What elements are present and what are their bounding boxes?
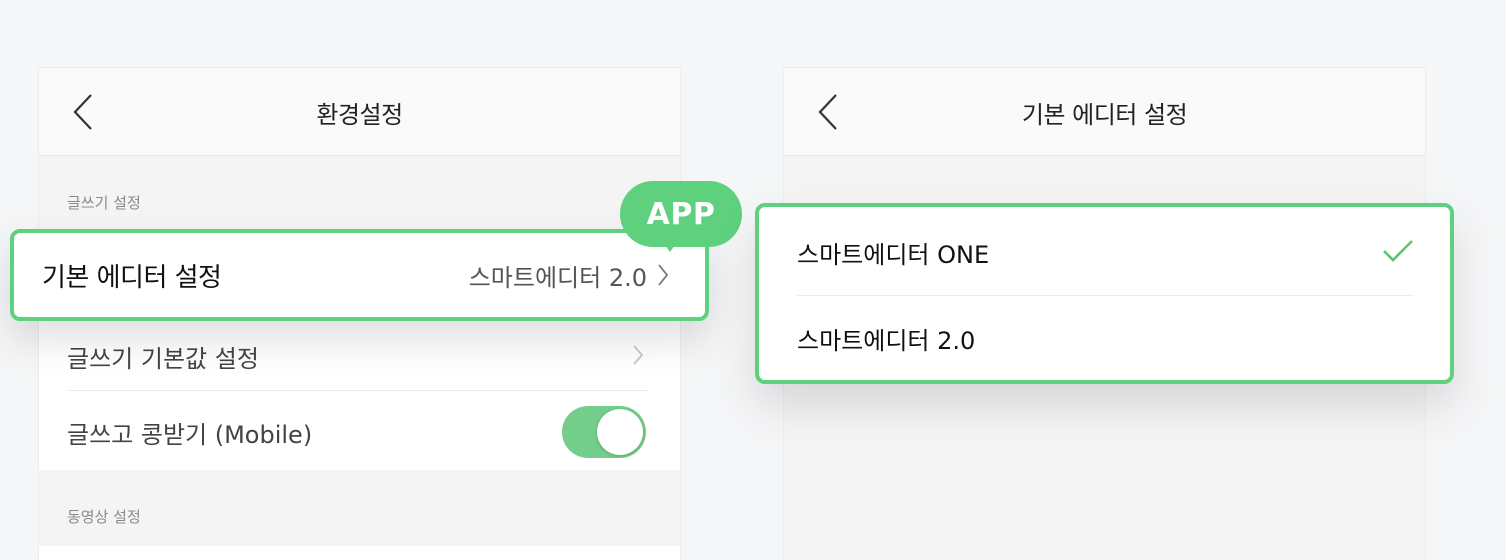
default-editor-row[interactable]: 기본 에디터 설정 스마트에디터 2.0 [10,229,709,321]
list-continuation [39,546,680,560]
chevron-right-icon [633,345,644,365]
editor-options: 스마트에디터 ONE 스마트에디터 2.0 [755,203,1454,384]
write-and-receive-row: 글쓰고 콩받기 (Mobile) [39,394,680,470]
row-value: 스마트에디터 2.0 [468,263,647,292]
chevron-right-icon [658,264,669,286]
row-label: 글쓰고 콩받기 (Mobile) [67,420,313,449]
section-header-video: 동영상 설정 [67,508,141,526]
stage: 환경설정 글쓰기 설정 글쓰기 기본값 설정 글쓰고 콩받기 (Mobile) … [0,0,1506,560]
option-smarteditor-2[interactable]: 스마트에디터 2.0 [759,295,1450,381]
write-and-receive-toggle[interactable] [562,406,646,458]
page-title: 기본 에디터 설정 [1021,100,1188,129]
page-title: 환경설정 [316,100,403,129]
row-label: 글쓰기 기본값 설정 [67,344,259,373]
option-label: 스마트에디터 2.0 [797,326,976,355]
writing-defaults-row[interactable]: 글쓰기 기본값 설정 [39,318,680,394]
app-badge: APP [620,181,742,247]
nav-bar: 기본 에디터 설정 [784,68,1425,156]
section-header-writing: 글쓰기 설정 [67,194,141,212]
app-badge-tail [660,238,680,252]
toggle-knob [597,409,643,455]
settings-list: 글쓰기 기본값 설정 글쓰고 콩받기 (Mobile) [39,318,680,470]
option-smarteditor-one[interactable]: 스마트에디터 ONE [759,209,1450,295]
row-label: 기본 에디터 설정 [42,262,222,293]
check-icon [1383,240,1413,262]
option-label: 스마트에디터 ONE [797,240,990,269]
nav-bar: 환경설정 [39,68,680,156]
row-divider [67,390,648,391]
